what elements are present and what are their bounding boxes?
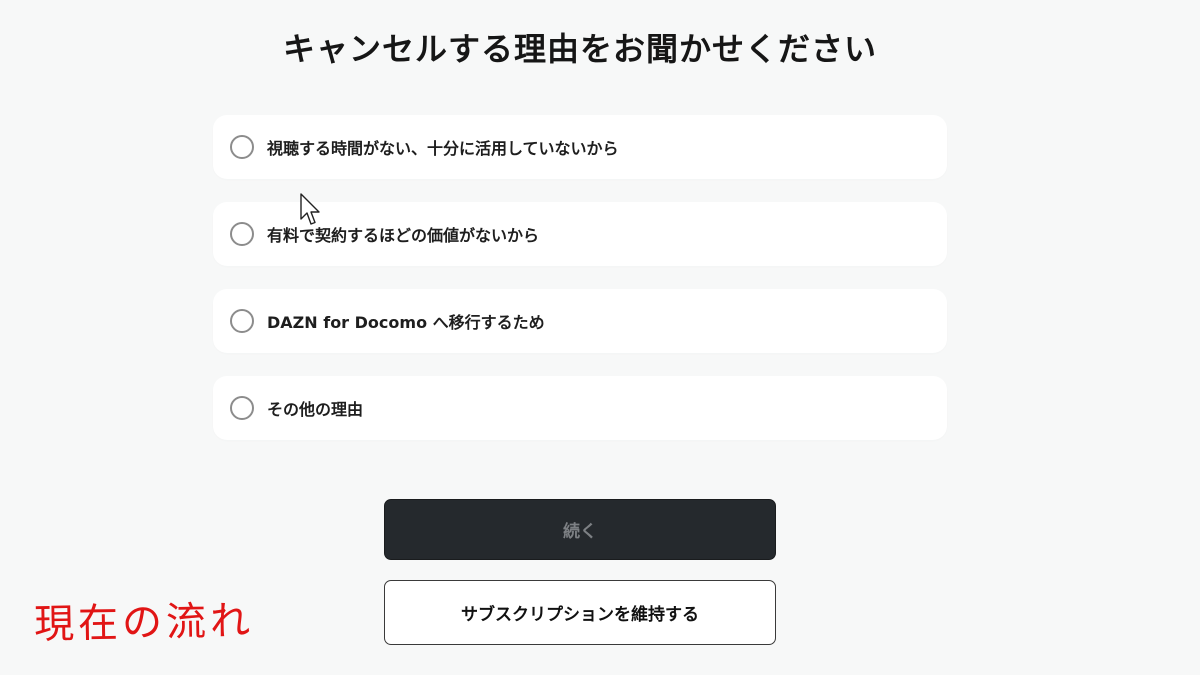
radio-unchecked-icon[interactable] — [230, 396, 254, 420]
reason-option-not-worth[interactable]: 有料で契約するほどの価値がないから — [213, 202, 947, 266]
mouse-pointer-icon — [300, 193, 320, 225]
reason-option-no-time[interactable]: 視聴する時間がない、十分に活用していないから — [213, 115, 947, 179]
reason-option-docomo[interactable]: DAZN for Docomo へ移行するため — [213, 289, 947, 353]
handwritten-annotation: 現在の流れ — [33, 598, 255, 648]
radio-unchecked-icon[interactable] — [230, 222, 254, 246]
reason-option-other[interactable]: その他の理由 — [213, 376, 947, 440]
keep-subscription-button[interactable]: サブスクリプションを維持する — [384, 580, 776, 645]
reason-option-label: その他の理由 — [267, 400, 364, 419]
radio-unchecked-icon[interactable] — [230, 135, 254, 159]
cancel-reason-page: キャンセルする理由をお聞かせください 視聴する時間がない、十分に活用していないか… — [0, 0, 1200, 675]
radio-unchecked-icon[interactable] — [230, 309, 254, 333]
reason-option-label: 視聴する時間がない、十分に活用していないから — [267, 139, 619, 158]
reason-option-label: DAZN for Docomo へ移行するため — [267, 313, 545, 332]
page-title: キャンセルする理由をお聞かせください — [282, 30, 877, 68]
continue-button[interactable]: 続く — [384, 499, 776, 560]
reason-option-list: 視聴する時間がない、十分に活用していないから 有料で契約するほどの価値がないから… — [213, 115, 947, 463]
